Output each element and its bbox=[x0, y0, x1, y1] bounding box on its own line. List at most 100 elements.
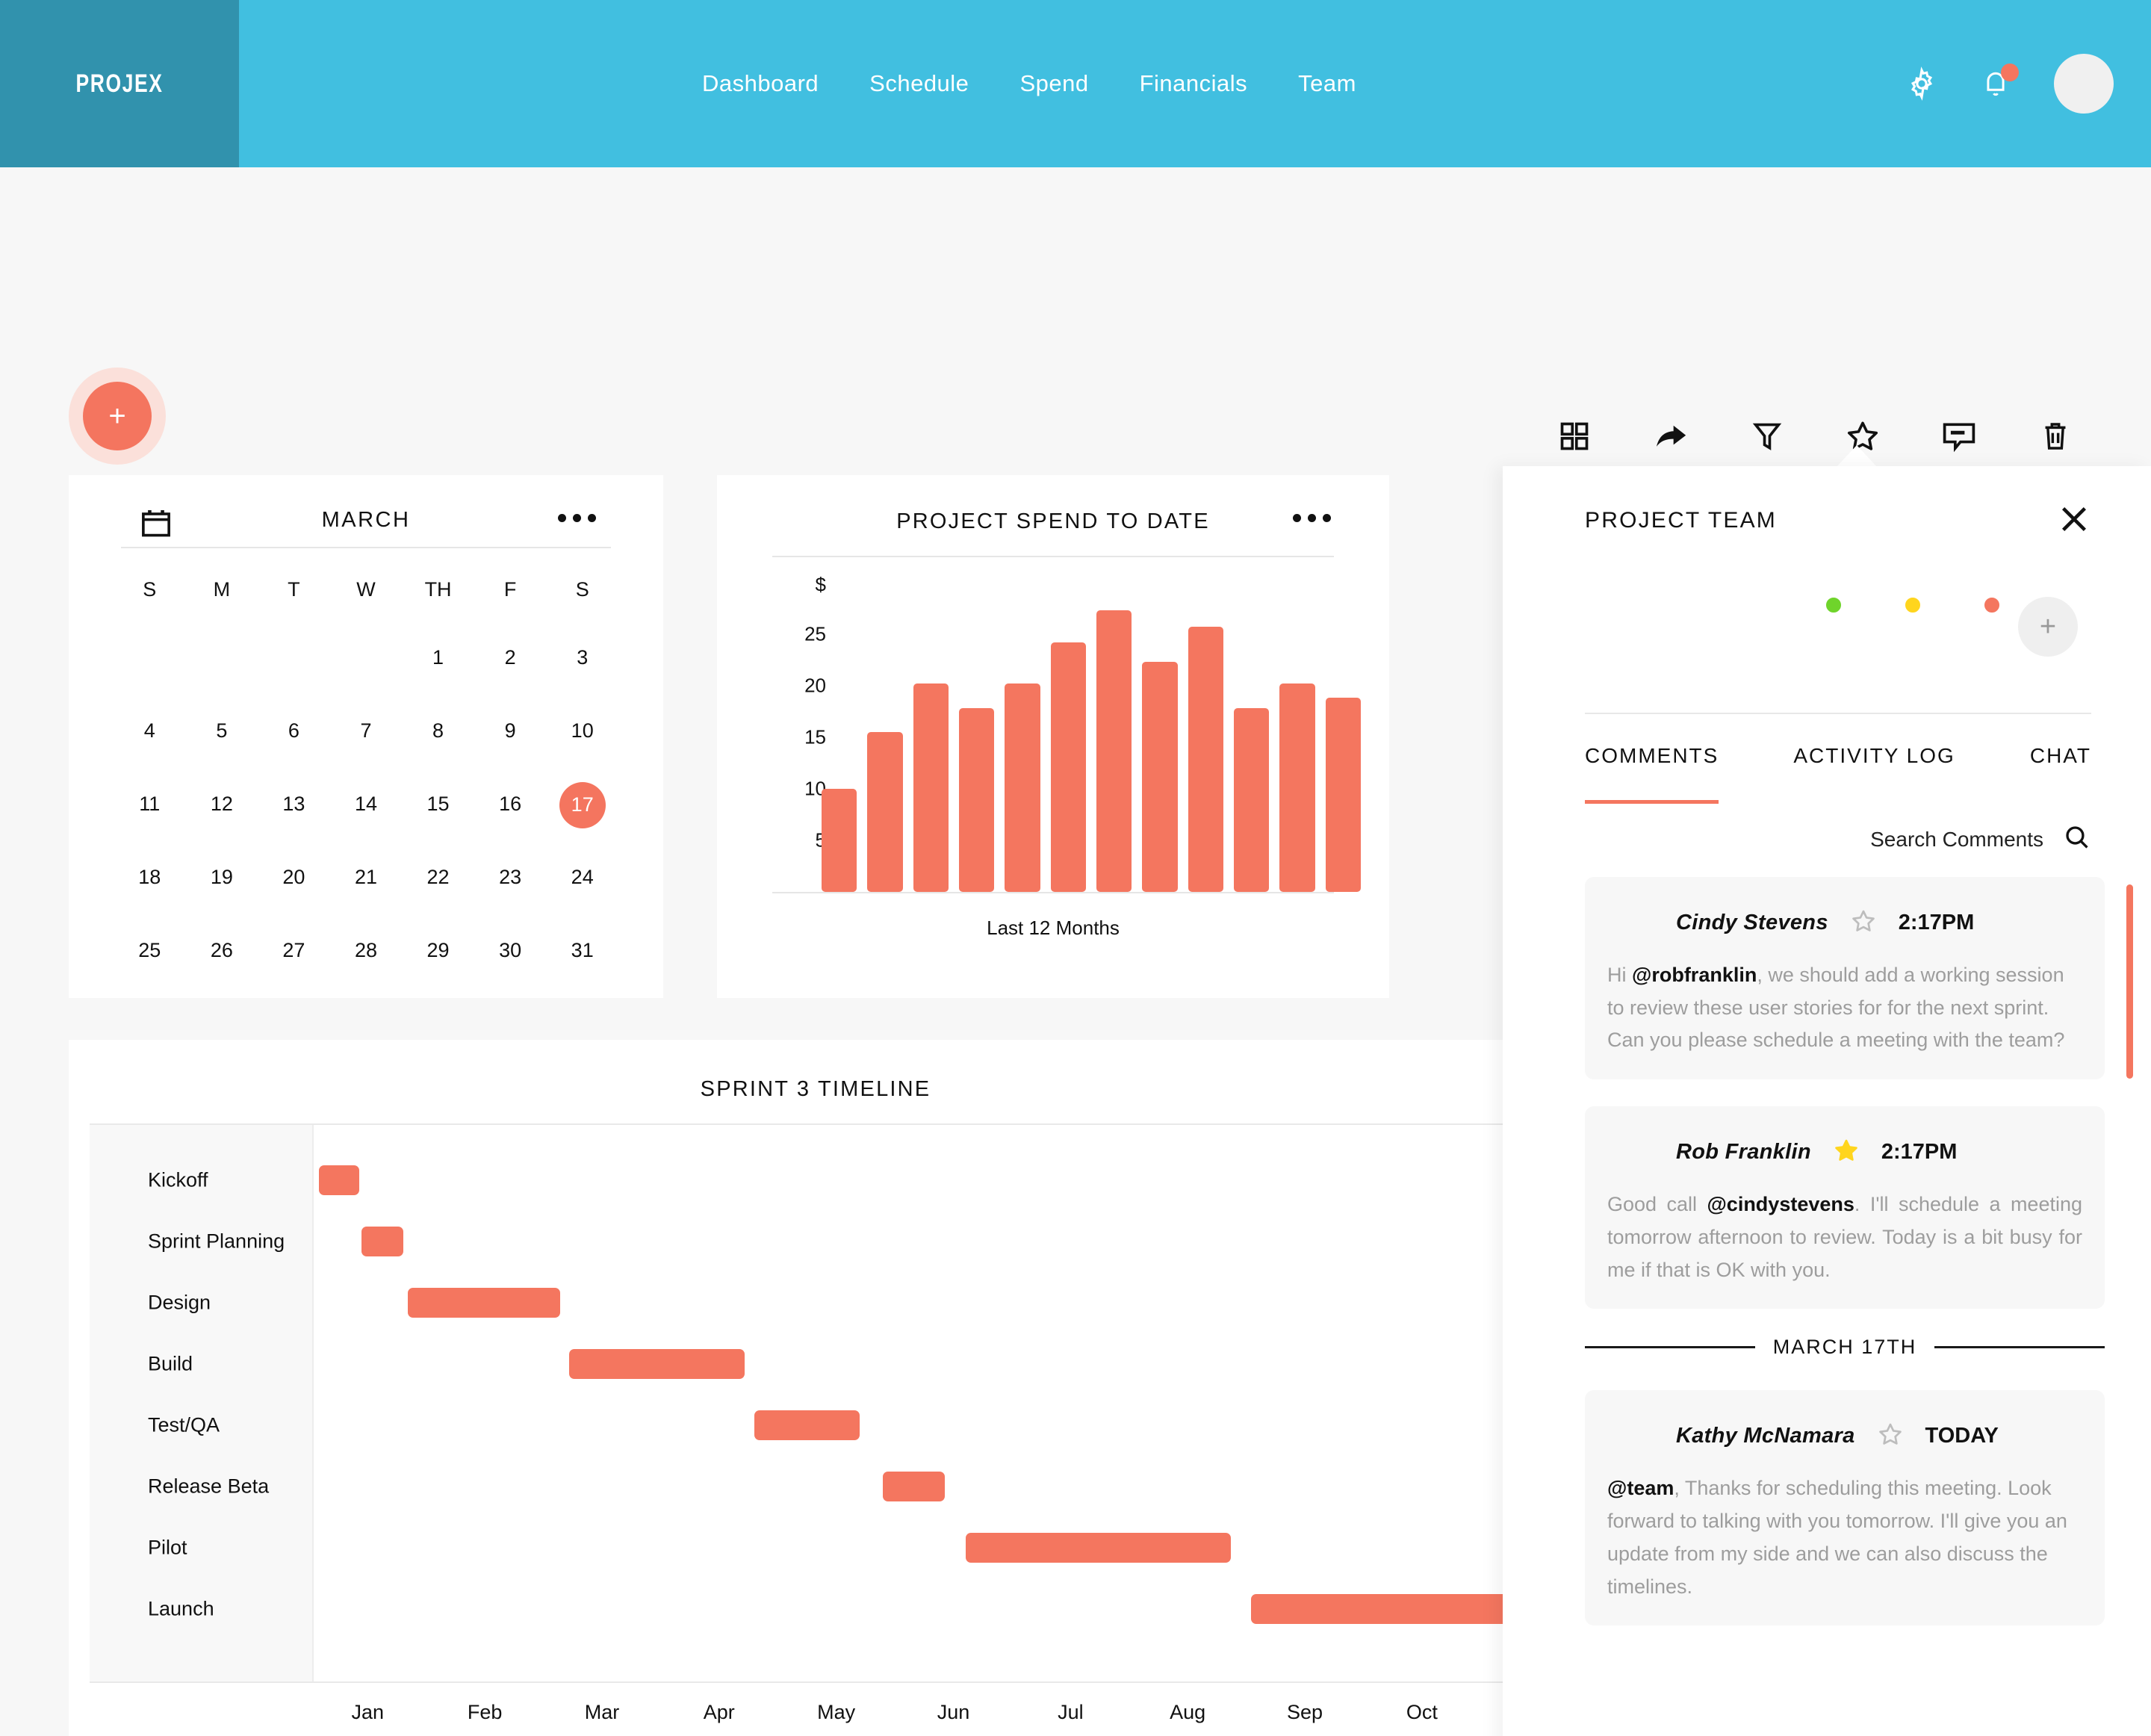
bell-icon[interactable] bbox=[1979, 63, 2019, 101]
avatar[interactable] bbox=[1607, 896, 1660, 949]
calendar-day[interactable]: 13 bbox=[258, 767, 330, 840]
y-axis-tick: 10 bbox=[804, 777, 826, 800]
timeline-row[interactable]: Launch bbox=[90, 1581, 1562, 1637]
timeline-bar[interactable] bbox=[883, 1471, 945, 1501]
trash-icon[interactable] bbox=[2034, 415, 2076, 457]
calendar-day[interactable]: 7 bbox=[330, 694, 403, 767]
scrollbar[interactable] bbox=[2126, 884, 2133, 1079]
comment-item[interactable]: Kathy McNamara TODAY @team, Thanks for sch… bbox=[1585, 1390, 2105, 1626]
calendar-menu-icon[interactable] bbox=[558, 514, 596, 522]
star-icon[interactable] bbox=[1872, 1422, 1903, 1451]
timeline-bar[interactable] bbox=[361, 1226, 403, 1256]
calendar-day[interactable]: 21 bbox=[330, 840, 403, 914]
calendar-day[interactable]: 16 bbox=[474, 767, 547, 840]
gear-icon[interactable] bbox=[1905, 66, 1939, 101]
add-button-halo: + bbox=[69, 368, 166, 465]
nav-item-spend[interactable]: Spend bbox=[1019, 70, 1088, 97]
star-icon[interactable] bbox=[1828, 1138, 1859, 1167]
nav-item-team[interactable]: Team bbox=[1298, 70, 1356, 97]
calendar-day[interactable]: 4 bbox=[114, 694, 186, 767]
calendar-day[interactable]: 26 bbox=[186, 914, 258, 987]
calendar-day[interactable]: 10 bbox=[546, 694, 618, 767]
calendar-day[interactable]: 15 bbox=[402, 767, 474, 840]
calendar-day[interactable]: 8 bbox=[402, 694, 474, 767]
timeline-bar[interactable] bbox=[1250, 1593, 1530, 1624]
timeline-row[interactable]: Design bbox=[90, 1274, 1562, 1330]
mention[interactable]: @team bbox=[1607, 1477, 1674, 1499]
timeline-row[interactable]: Sprint Planning bbox=[90, 1213, 1562, 1269]
timeline-bar[interactable] bbox=[754, 1410, 860, 1440]
calendar-day[interactable]: 11 bbox=[114, 767, 186, 840]
mention[interactable]: @cindystevens bbox=[1707, 1193, 1854, 1215]
share-icon[interactable] bbox=[1650, 415, 1692, 457]
calendar-day[interactable]: 23 bbox=[474, 840, 547, 914]
timeline-row[interactable]: Test/QA bbox=[90, 1397, 1562, 1453]
calendar-day[interactable]: 27 bbox=[258, 914, 330, 987]
timeline-month-axis: Jan Feb Mar Apr May Jun Jul Aug Sep Oct bbox=[315, 1701, 1562, 1736]
nav-item-schedule[interactable]: Schedule bbox=[869, 70, 969, 97]
timeline-row[interactable]: Pilot bbox=[90, 1519, 1562, 1575]
main-nav: Dashboard Schedule Spend Financials Team bbox=[702, 0, 1356, 167]
avatar[interactable] bbox=[1607, 1410, 1660, 1462]
comment-list[interactable]: Cindy Stevens 2:17PM Hi @robfranklin, we s… bbox=[1585, 877, 2105, 1736]
avatar[interactable] bbox=[1607, 1126, 1660, 1178]
calendar-day[interactable]: 25 bbox=[114, 914, 186, 987]
calendar-day[interactable]: 5 bbox=[186, 694, 258, 767]
timeline-bar[interactable] bbox=[965, 1532, 1232, 1563]
logo[interactable]: PROJEX bbox=[0, 0, 239, 167]
timeline-bar[interactable] bbox=[568, 1348, 745, 1379]
calendar-dow: T bbox=[288, 578, 300, 601]
avatar[interactable] bbox=[2054, 54, 2114, 114]
calendar-day[interactable]: 18 bbox=[114, 840, 186, 914]
calendar-day[interactable]: 20 bbox=[258, 840, 330, 914]
search-comments-row[interactable]: Search Comments bbox=[1870, 823, 2091, 855]
calendar-day[interactable]: 29 bbox=[402, 914, 474, 987]
tab-chat[interactable]: CHAT bbox=[2030, 744, 2091, 804]
add-member-button[interactable]: + bbox=[2018, 597, 2078, 657]
calendar-day[interactable]: 2 bbox=[474, 621, 547, 694]
calendar-day[interactable]: 30 bbox=[474, 914, 547, 987]
calendar-day[interactable]: 19 bbox=[186, 840, 258, 914]
calendar-day[interactable]: 17 bbox=[546, 767, 618, 840]
nav-item-dashboard[interactable]: Dashboard bbox=[702, 70, 819, 97]
comment-text: @team, Thanks for scheduling this meetin… bbox=[1607, 1477, 2067, 1598]
timeline-row[interactable]: Build bbox=[90, 1336, 1562, 1392]
team-member-avatar[interactable] bbox=[1781, 595, 1843, 657]
calendar-day[interactable]: 1 bbox=[402, 621, 474, 694]
calendar-day[interactable]: 6 bbox=[258, 694, 330, 767]
timeline-row-label: Release Beta bbox=[148, 1475, 270, 1497]
timeline-bar[interactable] bbox=[407, 1287, 560, 1318]
nav-item-financials[interactable]: Financials bbox=[1140, 70, 1248, 97]
calendar-day[interactable]: 3 bbox=[546, 621, 618, 694]
filter-icon[interactable] bbox=[1746, 415, 1788, 457]
add-button[interactable]: + bbox=[83, 382, 152, 450]
calendar-blank bbox=[330, 621, 403, 694]
calendar-day[interactable]: 22 bbox=[402, 840, 474, 914]
mention[interactable]: @robfranklin bbox=[1632, 964, 1757, 986]
star-icon[interactable] bbox=[1845, 908, 1876, 937]
bar bbox=[1279, 683, 1315, 892]
timeline-row[interactable]: Kickoff bbox=[90, 1152, 1562, 1208]
calendar-day[interactable]: 24 bbox=[546, 840, 618, 914]
team-member-avatar[interactable] bbox=[1939, 595, 2002, 657]
comment-item[interactable]: Cindy Stevens 2:17PM Hi @robfranklin, we s… bbox=[1585, 877, 2105, 1080]
comment-icon[interactable] bbox=[1938, 415, 1980, 457]
timeline-month-label: Aug bbox=[1170, 1701, 1206, 1723]
comment-item[interactable]: Rob Franklin 2:17PM Good call @cindysteven… bbox=[1585, 1106, 2105, 1309]
calendar-day[interactable]: 12 bbox=[186, 767, 258, 840]
tab-comments[interactable]: COMMENTS bbox=[1585, 744, 1719, 804]
grid-icon[interactable] bbox=[1554, 415, 1595, 457]
timeline-rows: Kickoff Sprint Planning Design Build Test/QA… bbox=[90, 1125, 1562, 1681]
spend-menu-icon[interactable] bbox=[1293, 514, 1331, 522]
calendar-day[interactable]: 31 bbox=[546, 914, 618, 987]
search-icon[interactable] bbox=[2063, 823, 2091, 855]
search-input[interactable]: Search Comments bbox=[1870, 828, 2043, 852]
calendar-day[interactable]: 9 bbox=[474, 694, 547, 767]
calendar-day[interactable]: 28 bbox=[330, 914, 403, 987]
timeline-bar[interactable] bbox=[319, 1165, 359, 1195]
team-member-avatar[interactable] bbox=[1860, 595, 1922, 657]
close-icon[interactable] bbox=[2057, 502, 2091, 536]
tab-activity-log[interactable]: ACTIVITY LOG bbox=[1793, 744, 1955, 804]
calendar-day[interactable]: 14 bbox=[330, 767, 403, 840]
timeline-row[interactable]: Release Beta bbox=[90, 1458, 1562, 1514]
